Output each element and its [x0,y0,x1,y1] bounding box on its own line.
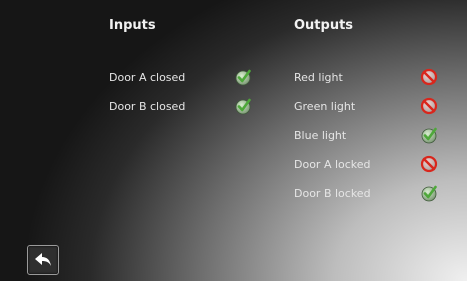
output-label: Green light [294,99,356,113]
back-arrow-icon [35,253,51,266]
no-icon [420,97,438,115]
input-row-door-a: Door A closed [109,66,185,88]
output-row-red-light: Red light [294,66,343,88]
input-label: Door B closed [109,99,186,113]
input-label: Door A closed [109,70,186,84]
output-label: Door A locked [294,157,371,171]
output-row-blue-light: Blue light [294,124,346,146]
output-row-green-light: Green light [294,95,355,117]
input-row-door-b: Door B closed [109,95,185,117]
back-button[interactable] [27,245,59,275]
output-row-door-a-locked: Door A locked [294,153,371,175]
check-icon [420,184,438,202]
no-icon [420,68,438,86]
output-label: Door B locked [294,186,371,200]
status-screen: Inputs Outputs Door A closed Door B clos… [0,0,467,281]
check-icon [234,68,252,86]
check-icon [420,126,438,144]
no-icon [420,155,438,173]
output-label: Red light [294,70,343,84]
output-label: Blue light [294,128,347,142]
inputs-heading: Inputs [109,18,156,33]
check-icon [234,97,252,115]
outputs-heading: Outputs [294,18,354,33]
output-row-door-b-locked: Door B locked [294,182,371,204]
